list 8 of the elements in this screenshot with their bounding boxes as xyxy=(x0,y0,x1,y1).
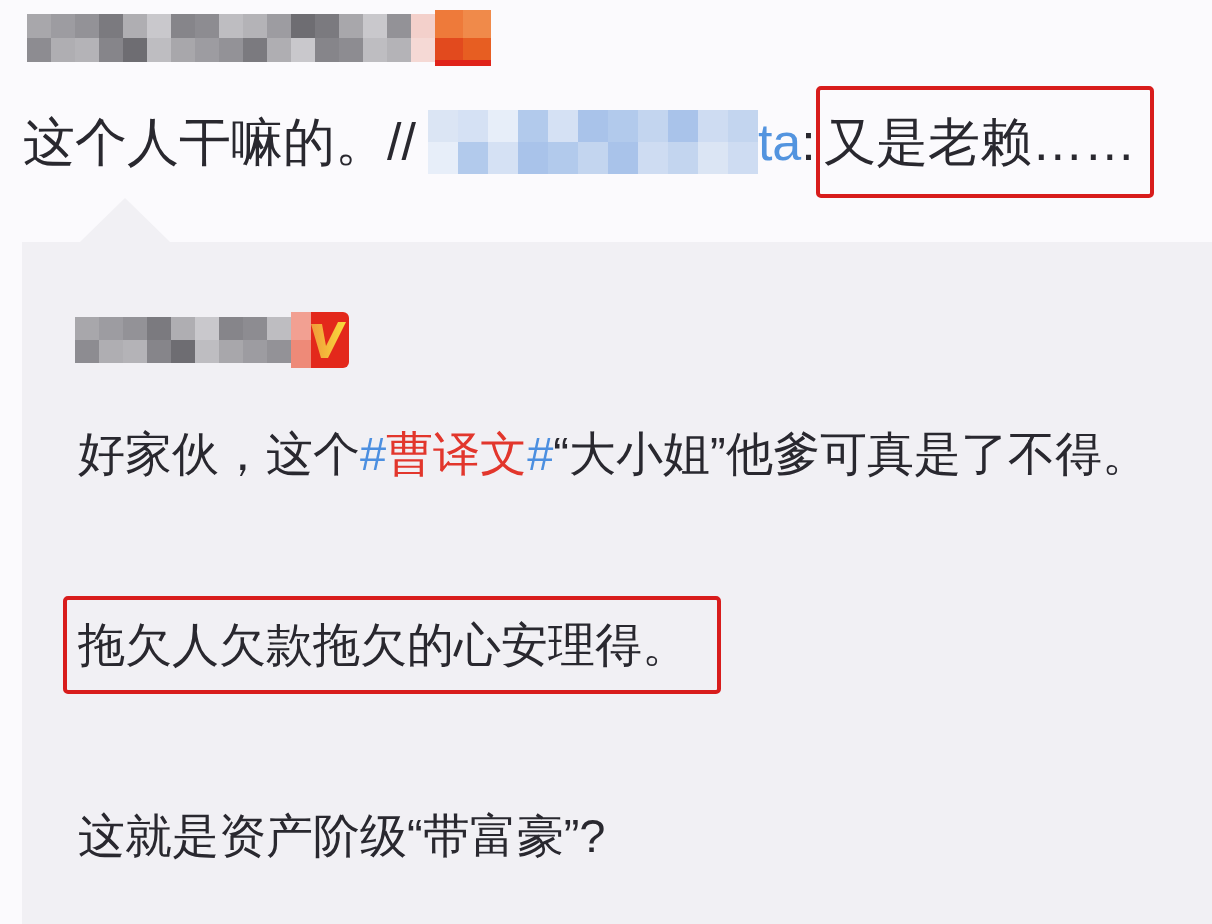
post-text: 好家伙，这个#曹译文#“大小姐”他爹可真是了不得。 xyxy=(77,426,1150,482)
post-text: 拖欠人欠款拖欠的心安理得。 xyxy=(63,596,721,694)
post-text: 这就是资产阶级“带富豪”? xyxy=(77,808,607,864)
mention-link[interactable]: ta xyxy=(757,110,802,173)
comment-text: : xyxy=(801,111,816,173)
comment-text: 这个人干嘛的。// xyxy=(23,111,416,173)
comment-text: 又是老赖…… xyxy=(815,85,1154,198)
hashtag-link[interactable]: #曹译文# xyxy=(360,427,554,480)
